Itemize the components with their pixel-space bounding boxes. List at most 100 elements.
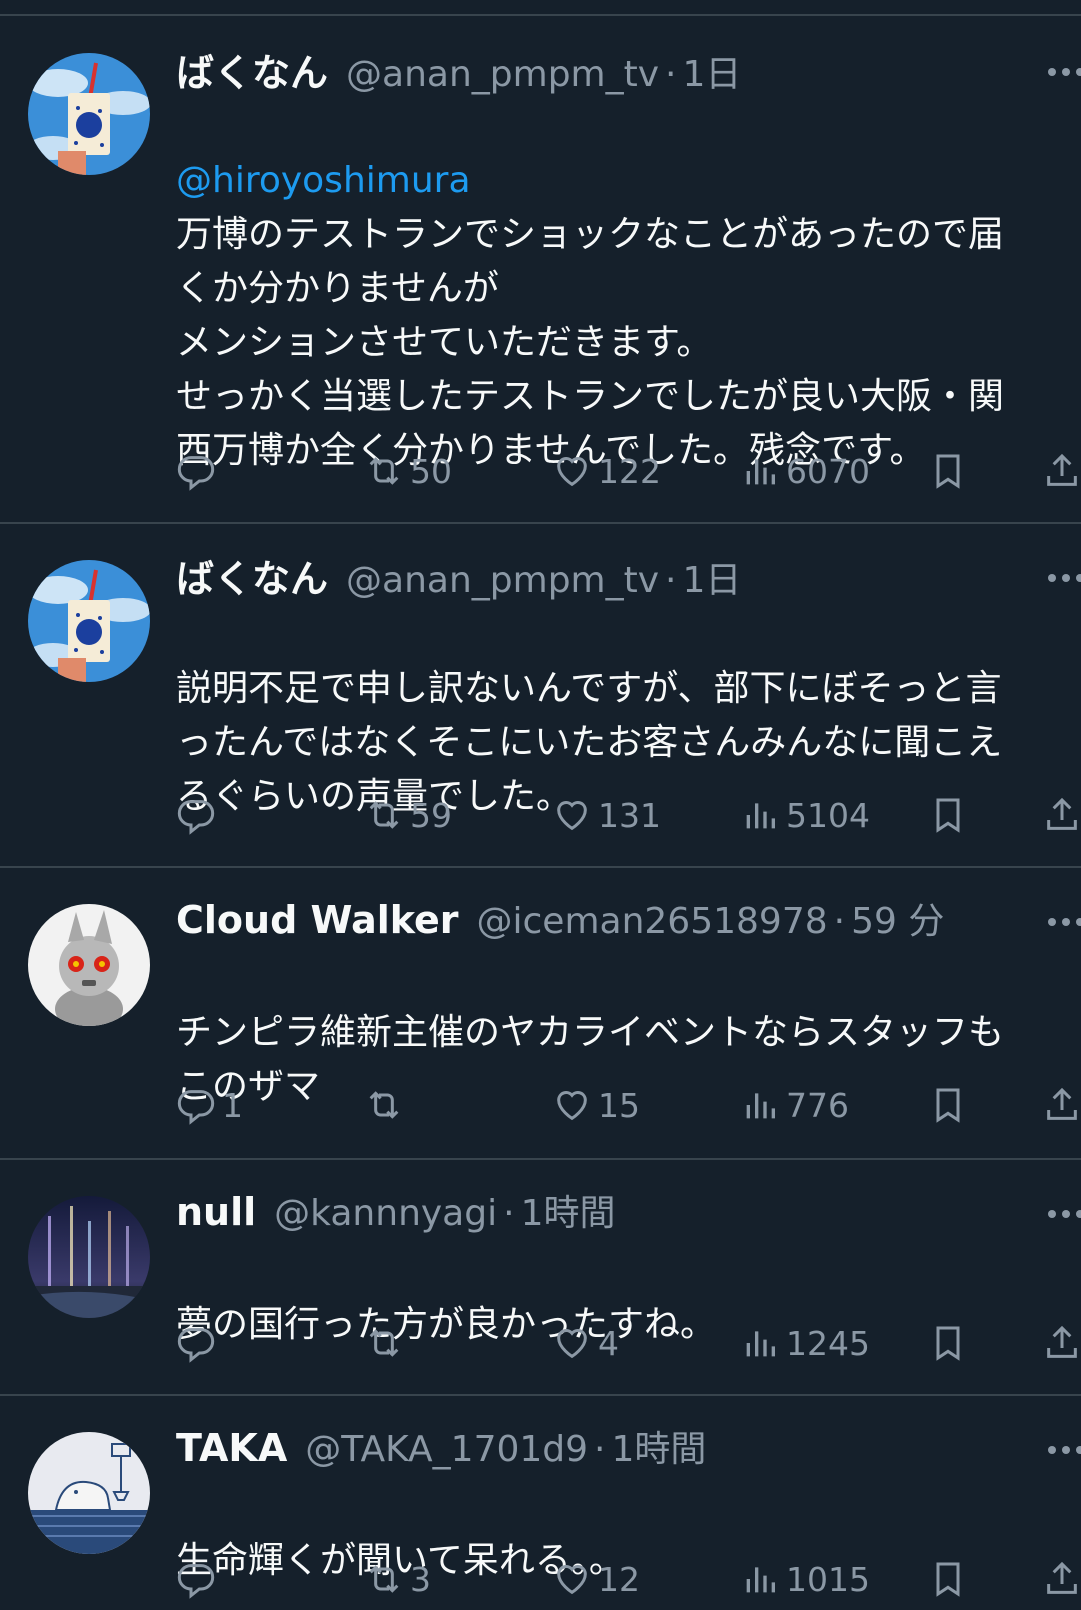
- avatar-image: [28, 1196, 150, 1318]
- tweet-4[interactable]: TAKA @TAKA_1701d9 · 1時間 生命輝くが聞いて呆れる。。 3 …: [0, 1396, 1081, 1610]
- bookmark-button[interactable]: [928, 1318, 968, 1368]
- views-icon: [746, 1331, 775, 1357]
- mention-link[interactable]: @hiroyoshimura: [176, 154, 1081, 208]
- heart-icon: [557, 457, 587, 487]
- bookmark-icon: [936, 1326, 960, 1361]
- share-icon: [1047, 1325, 1077, 1358]
- separator-dot: ·: [665, 560, 677, 601]
- like-count: 4: [598, 1323, 619, 1363]
- avatar-null[interactable]: [28, 1196, 150, 1318]
- action-bar: 1 15 776: [176, 1080, 1081, 1130]
- like-button[interactable]: 4: [552, 1318, 619, 1368]
- avatar-bakunan[interactable]: [28, 560, 150, 682]
- avatar-cloud-walker[interactable]: [28, 904, 150, 1026]
- retweet-button[interactable]: [364, 1080, 410, 1130]
- share-button[interactable]: [1042, 1080, 1081, 1130]
- more-icon[interactable]: [1046, 572, 1081, 584]
- user-handle[interactable]: @anan_pmpm_tv: [346, 560, 659, 601]
- share-icon: [1047, 1561, 1077, 1594]
- bookmark-button[interactable]: [928, 446, 968, 496]
- retweet-count: 59: [410, 795, 452, 835]
- views-button[interactable]: 1245: [740, 1318, 870, 1368]
- retweet-icon: [369, 801, 399, 829]
- share-button[interactable]: [1042, 1318, 1081, 1368]
- views-button[interactable]: 6070: [740, 446, 870, 496]
- retweet-button[interactable]: 59: [364, 790, 452, 840]
- timestamp[interactable]: 1時間: [521, 1184, 616, 1236]
- reply-button[interactable]: [176, 790, 222, 840]
- views-button[interactable]: 1015: [740, 1554, 870, 1604]
- bookmark-icon: [936, 1088, 960, 1123]
- share-button[interactable]: [1042, 790, 1081, 840]
- reply-icon: [177, 800, 215, 835]
- separator-dot: ·: [833, 901, 846, 942]
- share-button[interactable]: [1042, 1554, 1081, 1604]
- share-button[interactable]: [1042, 446, 1081, 496]
- views-button[interactable]: 5104: [740, 790, 870, 840]
- reply-button[interactable]: [176, 1554, 222, 1604]
- tweet-header: ばくなん @anan_pmpm_tv · 1日: [176, 548, 741, 604]
- views-icon: [746, 1093, 775, 1119]
- bookmark-button[interactable]: [928, 1554, 968, 1604]
- user-handle[interactable]: @kannnyagi: [274, 1193, 497, 1234]
- more-icon[interactable]: [1046, 66, 1081, 78]
- timestamp[interactable]: 1時間: [612, 1420, 707, 1472]
- avatar-taka[interactable]: [28, 1432, 150, 1554]
- more-icon[interactable]: [1046, 1208, 1081, 1220]
- retweet-count: 3: [410, 1559, 431, 1599]
- heart-icon: [557, 801, 587, 831]
- display-name[interactable]: TAKA: [176, 1426, 287, 1470]
- tweet-0[interactable]: ばくなん @anan_pmpm_tv · 1日 @hiroyoshimura 万博…: [0, 0, 1081, 524]
- timestamp[interactable]: 1日: [682, 45, 741, 97]
- like-count: 15: [598, 1085, 640, 1125]
- like-button[interactable]: 15: [552, 1080, 640, 1130]
- separator-dot: ·: [503, 1193, 515, 1234]
- timestamp[interactable]: 1日: [682, 551, 741, 603]
- reply-count: 1: [222, 1085, 243, 1125]
- bookmark-button[interactable]: [928, 790, 968, 840]
- avatar-bakunan[interactable]: [28, 53, 150, 175]
- reply-icon: [177, 456, 215, 491]
- tweet-header: ばくなん @anan_pmpm_tv · 1日: [176, 42, 741, 98]
- reply-button[interactable]: 1: [176, 1080, 243, 1130]
- display-name[interactable]: Cloud Walker: [176, 898, 459, 942]
- retweet-button[interactable]: [364, 1318, 410, 1368]
- action-bar: 4 1245: [176, 1318, 1081, 1368]
- user-handle[interactable]: @iceman26518978: [477, 901, 828, 942]
- like-count: 131: [598, 795, 661, 835]
- views-count: 1015: [786, 1559, 870, 1599]
- reply-button[interactable]: [176, 1318, 222, 1368]
- reply-icon: [177, 1328, 215, 1363]
- timeline-feed: ばくなん @anan_pmpm_tv · 1日 @hiroyoshimura 万博…: [0, 0, 1081, 1610]
- heart-icon: [557, 1565, 587, 1595]
- tweet-3[interactable]: null @kannnyagi · 1時間 夢の国行った方が良かったすね。 4: [0, 1160, 1081, 1396]
- display-name[interactable]: null: [176, 1190, 256, 1234]
- display-name[interactable]: ばくなん: [176, 42, 328, 97]
- retweet-button[interactable]: 3: [364, 1554, 431, 1604]
- retweet-count: 50: [410, 451, 452, 491]
- views-button[interactable]: 776: [740, 1080, 849, 1130]
- views-icon: [746, 1567, 775, 1593]
- share-icon: [1047, 797, 1077, 830]
- like-button[interactable]: 12: [552, 1554, 640, 1604]
- reply-button[interactable]: [176, 446, 222, 496]
- like-button[interactable]: 122: [552, 446, 661, 496]
- views-count: 1245: [786, 1323, 870, 1363]
- more-icon[interactable]: [1046, 916, 1081, 928]
- user-handle[interactable]: @TAKA_1701d9: [305, 1429, 588, 1470]
- retweet-button[interactable]: 50: [364, 446, 452, 496]
- views-icon: [746, 459, 775, 485]
- tweet-2[interactable]: Cloud Walker @iceman26518978 · 59 分 チンピラ…: [0, 868, 1081, 1160]
- more-icon[interactable]: [1046, 1444, 1081, 1456]
- timestamp[interactable]: 59 分: [851, 892, 944, 944]
- action-bar: 59 131 5104: [176, 790, 1081, 840]
- avatar-image: [28, 560, 150, 682]
- like-button[interactable]: 131: [552, 790, 661, 840]
- user-handle[interactable]: @anan_pmpm_tv: [346, 54, 659, 95]
- avatar-image: [28, 53, 150, 175]
- views-count: 6070: [786, 451, 870, 491]
- heart-icon: [557, 1329, 587, 1359]
- display-name[interactable]: ばくなん: [176, 548, 328, 603]
- bookmark-button[interactable]: [928, 1080, 968, 1130]
- tweet-1[interactable]: ばくなん @anan_pmpm_tv · 1日 説明不足で申し訳ないんですが、部…: [0, 524, 1081, 868]
